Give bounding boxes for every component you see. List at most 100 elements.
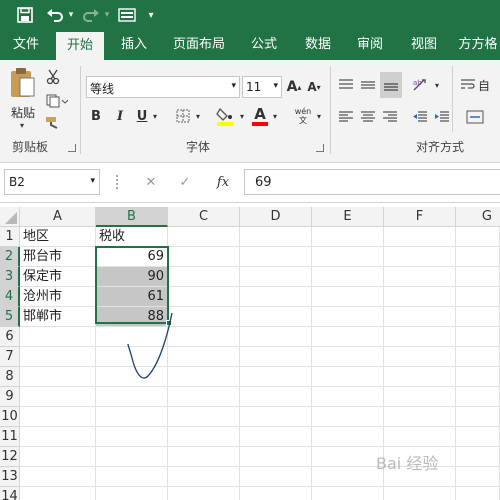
cell-a1[interactable]: 地区 [20, 227, 96, 247]
cell-f9[interactable] [384, 387, 456, 407]
increase-indent-icon[interactable] [432, 106, 452, 128]
column-header-e[interactable]: E [312, 207, 384, 227]
font-size-dropdown-icon[interactable]: ▾ [273, 81, 278, 91]
cell-f8[interactable] [384, 367, 456, 387]
cell-f1[interactable] [384, 227, 456, 247]
column-header-f[interactable]: F [384, 207, 456, 227]
cell-g8[interactable] [456, 367, 500, 387]
cell-c4[interactable] [168, 287, 240, 307]
cell-g2[interactable] [456, 247, 500, 267]
cell-e1[interactable] [312, 227, 384, 247]
wrap-text-label[interactable]: 自 [478, 74, 500, 96]
format-painter-icon[interactable] [44, 114, 62, 132]
cell-c9[interactable] [168, 387, 240, 407]
cell-c1[interactable] [168, 227, 240, 247]
column-header-g[interactable]: G [456, 207, 500, 227]
cell-d2[interactable] [240, 247, 312, 267]
cell-b3[interactable]: 90 [96, 267, 168, 287]
cell-c10[interactable] [168, 407, 240, 427]
cell-e7[interactable] [312, 347, 384, 367]
cell-g12[interactable] [456, 447, 500, 467]
cell-f2[interactable] [384, 247, 456, 267]
cell-d4[interactable] [240, 287, 312, 307]
phonetic-icon[interactable]: wén 文 [292, 104, 314, 128]
font-color-icon[interactable]: A [250, 104, 270, 128]
row-header-14[interactable]: 14 [0, 487, 20, 500]
underline-button[interactable]: U [134, 106, 150, 126]
cell-e6[interactable] [312, 327, 384, 347]
cell-a10[interactable] [20, 407, 96, 427]
row-header-13[interactable]: 13 [0, 467, 20, 487]
cell-b12[interactable] [96, 447, 168, 467]
copy-icon[interactable] [44, 92, 70, 110]
row-header-3[interactable]: 3 [0, 267, 20, 287]
customize-toolbar-icon[interactable]: ▾ [144, 4, 158, 26]
row-header-7[interactable]: 7 [0, 347, 20, 367]
column-header-d[interactable]: D [240, 207, 312, 227]
name-box-dropdown-icon[interactable]: ▾ [90, 176, 95, 186]
worksheet-grid[interactable]: A B C D E F G 1 2 3 4 5 6 7 8 9 10 11 12 13 14 地区 税收 邢台… [0, 203, 500, 500]
formula-input[interactable]: 69 [244, 169, 500, 195]
row-header-6[interactable]: 6 [0, 327, 20, 347]
column-header-a[interactable]: A [20, 207, 96, 227]
clipboard-launcher-icon[interactable] [68, 144, 76, 152]
underline-dropdown-icon[interactable]: ▾ [150, 108, 160, 124]
cell-d5[interactable] [240, 307, 312, 327]
cell-d11[interactable] [240, 427, 312, 447]
tab-insert[interactable]: 插入 [112, 30, 156, 60]
cell-a9[interactable] [20, 387, 96, 407]
cell-e12[interactable] [312, 447, 384, 467]
align-center-icon[interactable] [358, 106, 378, 128]
row-header-2[interactable]: 2 [0, 247, 20, 267]
font-size-select[interactable]: 11 ▾ [242, 76, 282, 98]
align-right-icon[interactable] [380, 106, 400, 128]
tab-page-layout[interactable]: 页面布局 [168, 30, 230, 60]
cell-a6[interactable] [20, 327, 96, 347]
cell-a4[interactable]: 沧州市 [20, 287, 96, 307]
orientation-dropdown-icon[interactable]: ▾ [432, 78, 442, 92]
row-header-10[interactable]: 10 [0, 407, 20, 427]
row-header-8[interactable]: 8 [0, 367, 20, 387]
cell-e5[interactable] [312, 307, 384, 327]
cell-d3[interactable] [240, 267, 312, 287]
cell-c3[interactable] [168, 267, 240, 287]
cell-e11[interactable] [312, 427, 384, 447]
tab-data[interactable]: 数据 [298, 30, 338, 60]
cell-g4[interactable] [456, 287, 500, 307]
bold-button[interactable]: B [88, 106, 104, 126]
undo-icon[interactable] [44, 4, 66, 26]
cell-a2[interactable]: 邢台市 [20, 247, 96, 267]
tab-fangfangge[interactable]: 方方格 [456, 30, 500, 60]
paste-icon[interactable] [6, 64, 38, 102]
cut-icon[interactable] [44, 68, 62, 86]
cancel-icon[interactable]: ✕ [140, 171, 162, 193]
tab-home[interactable]: 开始 [56, 32, 104, 60]
row-header-4[interactable]: 4 [0, 287, 20, 307]
align-top-icon[interactable] [336, 74, 356, 96]
cell-d14[interactable] [240, 487, 312, 500]
cell-g9[interactable] [456, 387, 500, 407]
font-name-select[interactable]: 等线 ▾ [86, 76, 240, 98]
fill-color-dropdown-icon[interactable]: ▾ [237, 108, 247, 124]
cell-g1[interactable] [456, 227, 500, 247]
wrap-text-icon[interactable] [458, 74, 478, 96]
cell-e14[interactable] [312, 487, 384, 500]
cell-b11[interactable] [96, 427, 168, 447]
cell-f5[interactable] [384, 307, 456, 327]
row-header-5[interactable]: 5 [0, 307, 20, 327]
paste-dropdown-icon[interactable]: ▾ [14, 120, 30, 130]
tab-formulas[interactable]: 公式 [244, 30, 284, 60]
cell-d12[interactable] [240, 447, 312, 467]
font-color-dropdown-icon[interactable]: ▾ [270, 108, 280, 124]
cell-d6[interactable] [240, 327, 312, 347]
name-box[interactable]: B2 ▾ [4, 169, 100, 195]
column-header-b[interactable]: B [96, 207, 168, 227]
cell-e4[interactable] [312, 287, 384, 307]
form-icon[interactable] [116, 4, 138, 26]
cell-d10[interactable] [240, 407, 312, 427]
row-header-9[interactable]: 9 [0, 387, 20, 407]
redo-dropdown-icon[interactable]: ▾ [102, 4, 112, 26]
align-bottom-icon[interactable] [380, 72, 402, 98]
fill-color-icon[interactable] [214, 104, 236, 128]
cell-b1[interactable]: 税收 [96, 227, 168, 247]
